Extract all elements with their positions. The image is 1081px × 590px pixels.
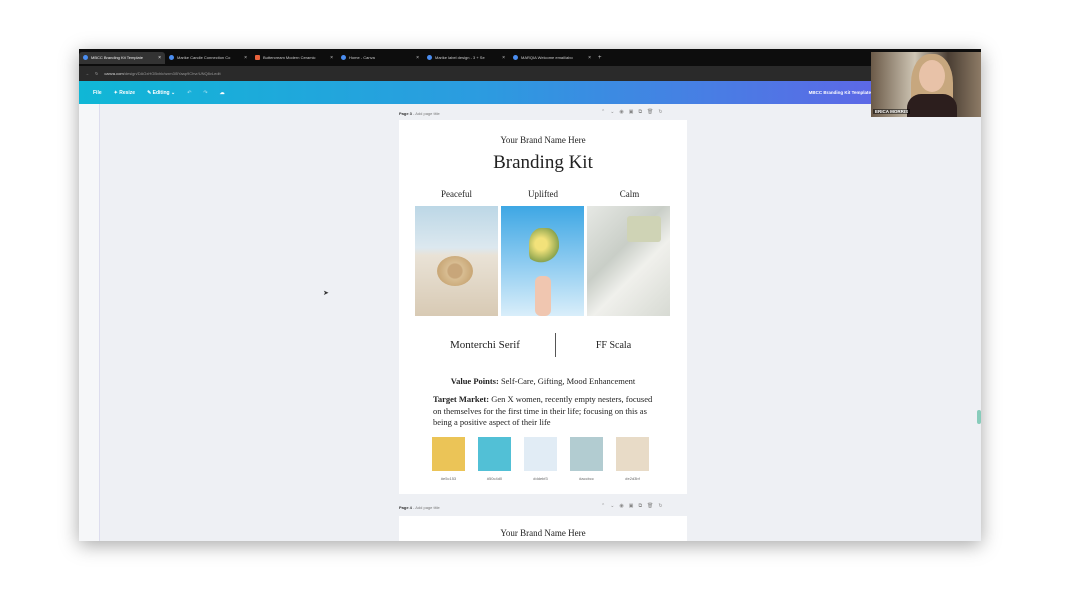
canva-toolbar: File ✦ Resize ✎ Editing ⌄ ↶ ↷ ☁ MBCC Bra… bbox=[79, 81, 981, 104]
globe-icon bbox=[169, 55, 174, 60]
brand-name[interactable]: Your Brand Name Here bbox=[399, 135, 687, 145]
undo-icon[interactable]: ↶ bbox=[187, 90, 191, 96]
page-4[interactable]: Your Brand Name Here bbox=[399, 516, 687, 541]
editing-mode-dropdown[interactable]: ✎ Editing ⌄ bbox=[147, 90, 175, 96]
color-palette: #e5c153 #50c4d0 #ddebf3 #accbcc #e2d3bf bbox=[432, 437, 649, 481]
tab[interactable]: MARQIA Welcome email/abo × bbox=[509, 52, 595, 64]
brand-name[interactable]: Your Brand Name Here bbox=[500, 528, 585, 538]
redo-icon[interactable]: ↷ bbox=[203, 90, 207, 96]
page-4-label[interactable]: Page 4 - Add page title bbox=[399, 505, 440, 510]
cloud-save-icon[interactable]: ☁ bbox=[220, 90, 225, 96]
mood-words: Peaceful Uplifted Calm bbox=[415, 189, 671, 199]
tab[interactable]: MBCC Branding Kit Template × bbox=[79, 51, 165, 64]
new-tab-button[interactable]: + bbox=[598, 55, 602, 61]
page-3[interactable]: Your Brand Name Here Branding Kit Peacef… bbox=[399, 120, 687, 494]
webcam-overlay: ERICA MORRIS bbox=[871, 52, 981, 117]
swatch-fill bbox=[616, 437, 649, 471]
tab[interactable]: Buttercream Modern Ceramic × bbox=[251, 52, 337, 64]
mail-icon bbox=[513, 55, 518, 60]
beach-hat-photo[interactable] bbox=[415, 206, 498, 316]
page-controls[interactable]: ⌃⌄◉▣⧉🗑↻ bbox=[601, 503, 668, 509]
mood-word[interactable]: Uplifted bbox=[502, 189, 585, 199]
color-swatch[interactable]: #ddebf3 bbox=[524, 437, 557, 481]
close-icon[interactable]: × bbox=[244, 55, 247, 61]
file-menu[interactable]: File bbox=[93, 90, 102, 96]
kit-title[interactable]: Branding Kit bbox=[399, 152, 687, 174]
reload-icon[interactable]: ↻ bbox=[95, 71, 98, 76]
url-field[interactable]: canva.com/design/DAGxHGBxhk/wxm3l5Yaap9C… bbox=[104, 71, 220, 76]
target-market[interactable]: Target Market: Gen X women, recently emp… bbox=[433, 394, 658, 429]
close-icon[interactable]: × bbox=[416, 55, 419, 61]
canva-icon bbox=[83, 55, 88, 60]
canva-icon bbox=[341, 55, 346, 60]
flower-bouquet-photo[interactable] bbox=[501, 206, 584, 316]
address-bar: → ↻ canva.com/design/DAGxHGBxhk/wxm3l5Ya… bbox=[79, 66, 981, 81]
swatch-fill bbox=[570, 437, 603, 471]
secondary-font[interactable]: FF Scala bbox=[556, 340, 671, 351]
color-swatch[interactable]: #50c4d0 bbox=[478, 437, 511, 481]
side-panel-handle[interactable] bbox=[977, 410, 981, 424]
close-icon[interactable]: × bbox=[158, 55, 161, 61]
forward-icon[interactable]: → bbox=[85, 71, 89, 76]
color-swatch[interactable]: #e5c153 bbox=[432, 437, 465, 481]
swatch-fill bbox=[478, 437, 511, 471]
color-swatch[interactable]: #e2d3bf bbox=[616, 437, 649, 481]
shop-icon bbox=[255, 55, 260, 60]
page-controls[interactable]: ⌃⌄◉▣⧉🗑↻ bbox=[601, 109, 668, 115]
tab-bar: MBCC Branding Kit Template × Marike Candl… bbox=[79, 49, 981, 66]
browser-window: MBCC Branding Kit Template × Marike Candl… bbox=[79, 49, 981, 541]
document-title[interactable]: MBCC Branding Kit Template bbox=[809, 90, 871, 95]
mood-word[interactable]: Peaceful bbox=[415, 189, 498, 199]
mood-photos bbox=[415, 206, 670, 316]
tab[interactable]: Marike Candle Connection Co × bbox=[165, 52, 251, 64]
mouse-cursor-icon: ➤ bbox=[323, 290, 329, 297]
mood-word[interactable]: Calm bbox=[588, 189, 671, 199]
close-icon[interactable]: × bbox=[502, 55, 505, 61]
canva-icon bbox=[427, 55, 432, 60]
close-icon[interactable]: × bbox=[588, 55, 591, 61]
tab[interactable]: Home - Canva × bbox=[337, 52, 423, 64]
color-swatch[interactable]: #accbcc bbox=[570, 437, 603, 481]
pencil-icon: ✎ bbox=[147, 89, 152, 96]
tab[interactable]: Marike label design - 3 + Se × bbox=[423, 52, 509, 64]
left-ruler bbox=[79, 104, 100, 541]
page-3-label[interactable]: Page 3 - Add page title bbox=[399, 111, 440, 116]
swatch-fill bbox=[524, 437, 557, 471]
resize-button[interactable]: ✦ Resize bbox=[114, 90, 135, 96]
primary-font[interactable]: Monterchi Serif bbox=[415, 339, 555, 351]
font-pairing: Monterchi Serif FF Scala bbox=[415, 333, 671, 357]
value-points[interactable]: Value Points: Self-Care, Gifting, Mood E… bbox=[399, 376, 687, 386]
swatch-fill bbox=[432, 437, 465, 471]
close-icon[interactable]: × bbox=[330, 55, 333, 61]
picnic-blanket-photo[interactable] bbox=[587, 206, 670, 316]
participant-name: ERICA MORRIS bbox=[873, 109, 911, 114]
